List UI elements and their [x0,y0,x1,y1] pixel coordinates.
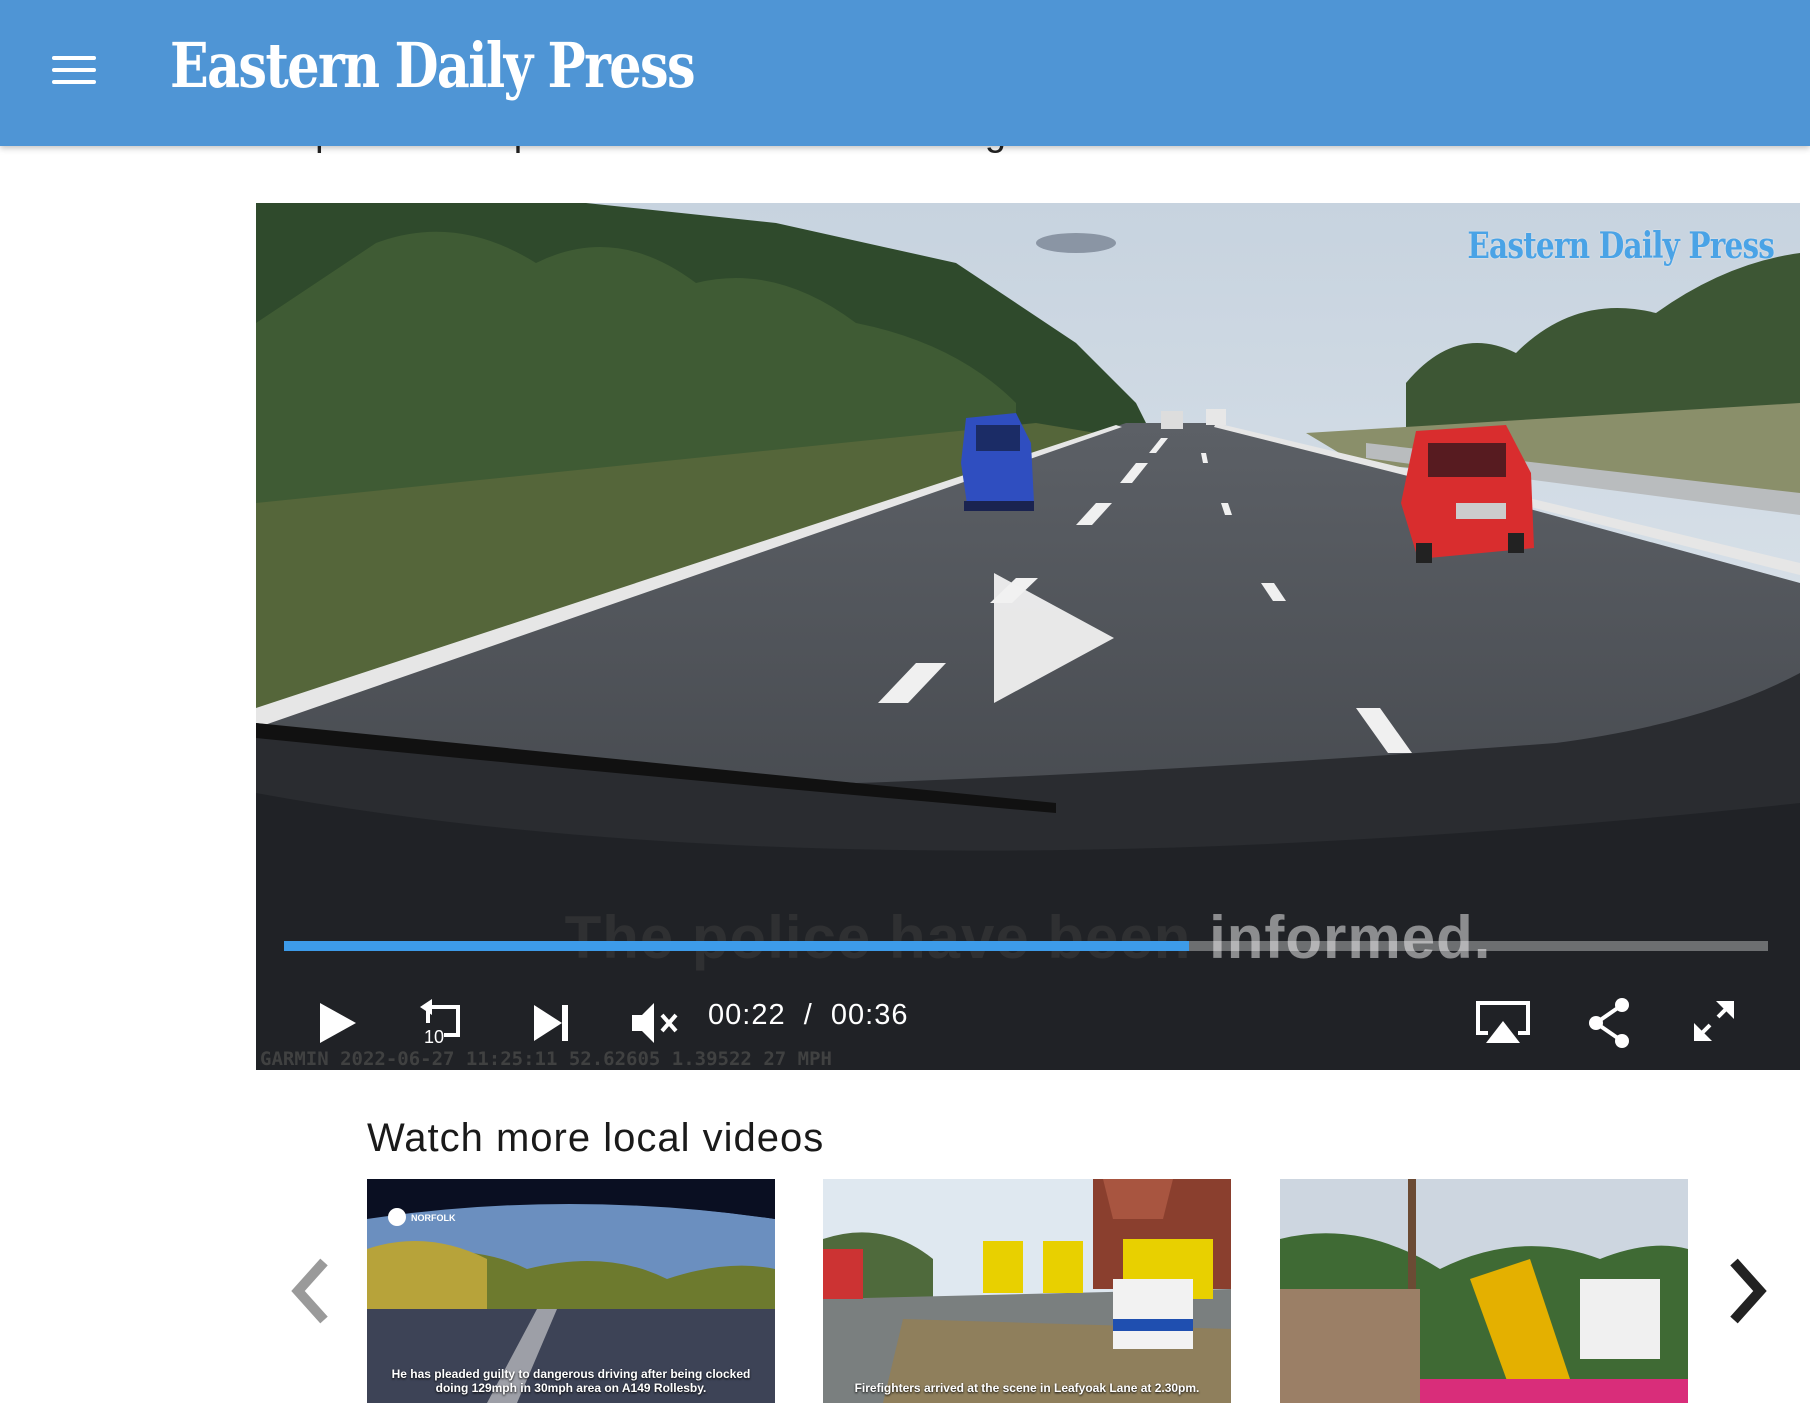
fullscreen-icon[interactable] [1690,993,1738,1053]
thumbnail-image [1280,1179,1688,1403]
video-watermark: Eastern Daily Press [1467,225,1775,267]
airplay-icon[interactable] [1474,993,1532,1053]
rewind-10-icon[interactable]: 10 [418,993,468,1053]
current-time: 00:22 [708,999,786,1031]
video-subtitle: The police have been informed. [256,903,1800,972]
site-header: Eastern Daily Press [0,0,1810,146]
chevron-right-icon[interactable] [1722,1256,1772,1326]
related-videos-heading: Watch more local videos [367,1116,825,1160]
time-separator: / [803,999,813,1031]
hamburger-menu-icon[interactable] [52,52,96,86]
video-player[interactable]: Eastern Daily Press The police have been… [256,203,1800,1070]
dashcam-overlay: GARMIN 2022-06-27 11:25:11 52.62605 1.39… [260,1048,832,1070]
related-video-1[interactable]: NORFOLK He has pleaded guilty to dangero… [367,1179,775,1403]
next-icon[interactable] [530,993,574,1053]
thumbnail-image [823,1179,1231,1403]
chevron-left-icon[interactable] [286,1256,336,1326]
thumbnail-caption: Firefighters arrived at the scene in Lea… [854,1381,1200,1395]
subtitle-dark: The police have been [564,904,1192,971]
progress-fill [284,941,1190,951]
thumbnail-caption: He has pleaded guilty to dangerous drivi… [391,1367,751,1395]
mute-icon[interactable] [630,993,682,1053]
thumbnail-badge: NORFOLK [411,1213,456,1223]
related-video-2[interactable]: Firefighters arrived at the scene in Lea… [823,1179,1231,1403]
related-video-3[interactable] [1280,1179,1688,1403]
play-icon[interactable] [316,993,360,1053]
svg-text:10: 10 [424,1027,444,1047]
progress-bar[interactable] [284,941,1768,951]
duration: 00:36 [830,999,909,1031]
play-icon[interactable] [974,563,1124,713]
time-display: 00:22 / 00:36 [708,999,908,1032]
share-icon[interactable] [1586,993,1634,1053]
subtitle-light: informed. [1191,904,1492,971]
site-logo[interactable]: Eastern Daily Press [170,26,696,106]
